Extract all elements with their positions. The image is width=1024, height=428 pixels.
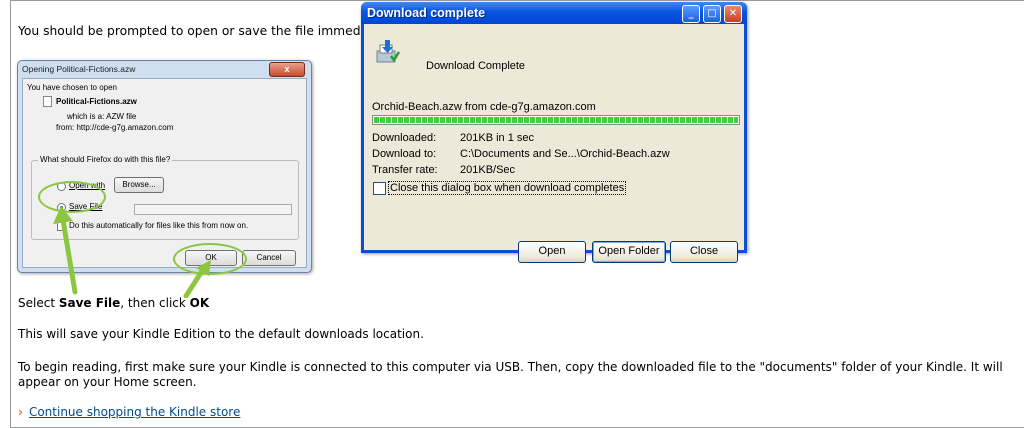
transfer-rate-value: 201KB/Sec	[460, 164, 516, 176]
arrow-to-save-file-icon	[53, 206, 78, 295]
download-complete-icon	[376, 40, 400, 63]
arrow-to-ok-icon	[183, 260, 211, 298]
download-to-label: Download to:	[372, 148, 437, 160]
file-source: from: http://cde-g7g.amazon.com	[56, 123, 174, 132]
open-folder-button[interactable]: Open Folder	[592, 241, 666, 263]
window-close-button[interactable]: ✕	[724, 5, 742, 23]
file-name: Political-Fictions.azw	[56, 97, 137, 106]
close-when-done-checkbox[interactable]	[373, 182, 386, 195]
download-file-source: Orchid-Beach.azw from cde-g7g.amazon.com	[372, 101, 596, 113]
download-titlebar[interactable]: Download complete _ □ ✕	[361, 2, 747, 24]
intro-text: You should be prompted to open or save t…	[18, 24, 364, 38]
maximize-button[interactable]: □	[703, 5, 721, 23]
save-file-field	[134, 204, 292, 215]
group-label: What should Firefox do with this file?	[38, 155, 173, 164]
close-button[interactable]: Close	[670, 241, 738, 263]
begin-reading-text: To begin reading, first make sure your K…	[18, 360, 1003, 389]
download-window-body: Download Complete Orchid-Beach.azw from …	[364, 24, 744, 263]
transfer-rate-label: Transfer rate:	[372, 164, 438, 176]
file-icon	[43, 96, 52, 107]
close-when-done-label[interactable]: Close this dialog box when download comp…	[388, 181, 627, 195]
continue-shopping-link[interactable]: Continue shopping the Kindle store	[29, 405, 240, 419]
firefox-dialog-close-button: x	[269, 62, 305, 77]
instruction-ok: OK	[189, 296, 210, 310]
chosen-label: You have chosen to open	[27, 83, 118, 92]
instruction-save-file: Save File	[58, 296, 121, 310]
save-info-text: This will save your Kindle Edition to th…	[18, 327, 424, 341]
browse-button: Browse...	[114, 177, 164, 193]
instruction-mid: , then click	[120, 296, 190, 310]
file-type: which is a: AZW file	[67, 112, 137, 121]
firefox-dialog-title: Opening Political-Fictions.azw	[22, 64, 136, 74]
download-heading: Download Complete	[426, 60, 526, 72]
download-complete-window: Download complete _ □ ✕ Download Complet…	[361, 2, 747, 263]
download-progress-bar	[372, 115, 740, 125]
chevron-right-icon: ›	[18, 405, 23, 419]
open-button[interactable]: Open	[518, 241, 586, 263]
instruction-prefix: Select	[18, 296, 59, 310]
downloaded-value: 201KB in 1 sec	[460, 132, 534, 144]
download-progress-fill	[374, 117, 738, 123]
minimize-button[interactable]: _	[682, 5, 700, 23]
download-to-value: C:\Documents and Se...\Orchid-Beach.azw	[460, 148, 670, 160]
instruction-line: Select Save File, then click OK	[18, 296, 209, 310]
downloaded-label: Downloaded:	[372, 132, 437, 144]
firefox-cancel-button: Cancel	[242, 250, 296, 266]
download-window-title: Download complete	[367, 6, 486, 20]
continue-shopping-row: › Continue shopping the Kindle store	[18, 405, 240, 419]
